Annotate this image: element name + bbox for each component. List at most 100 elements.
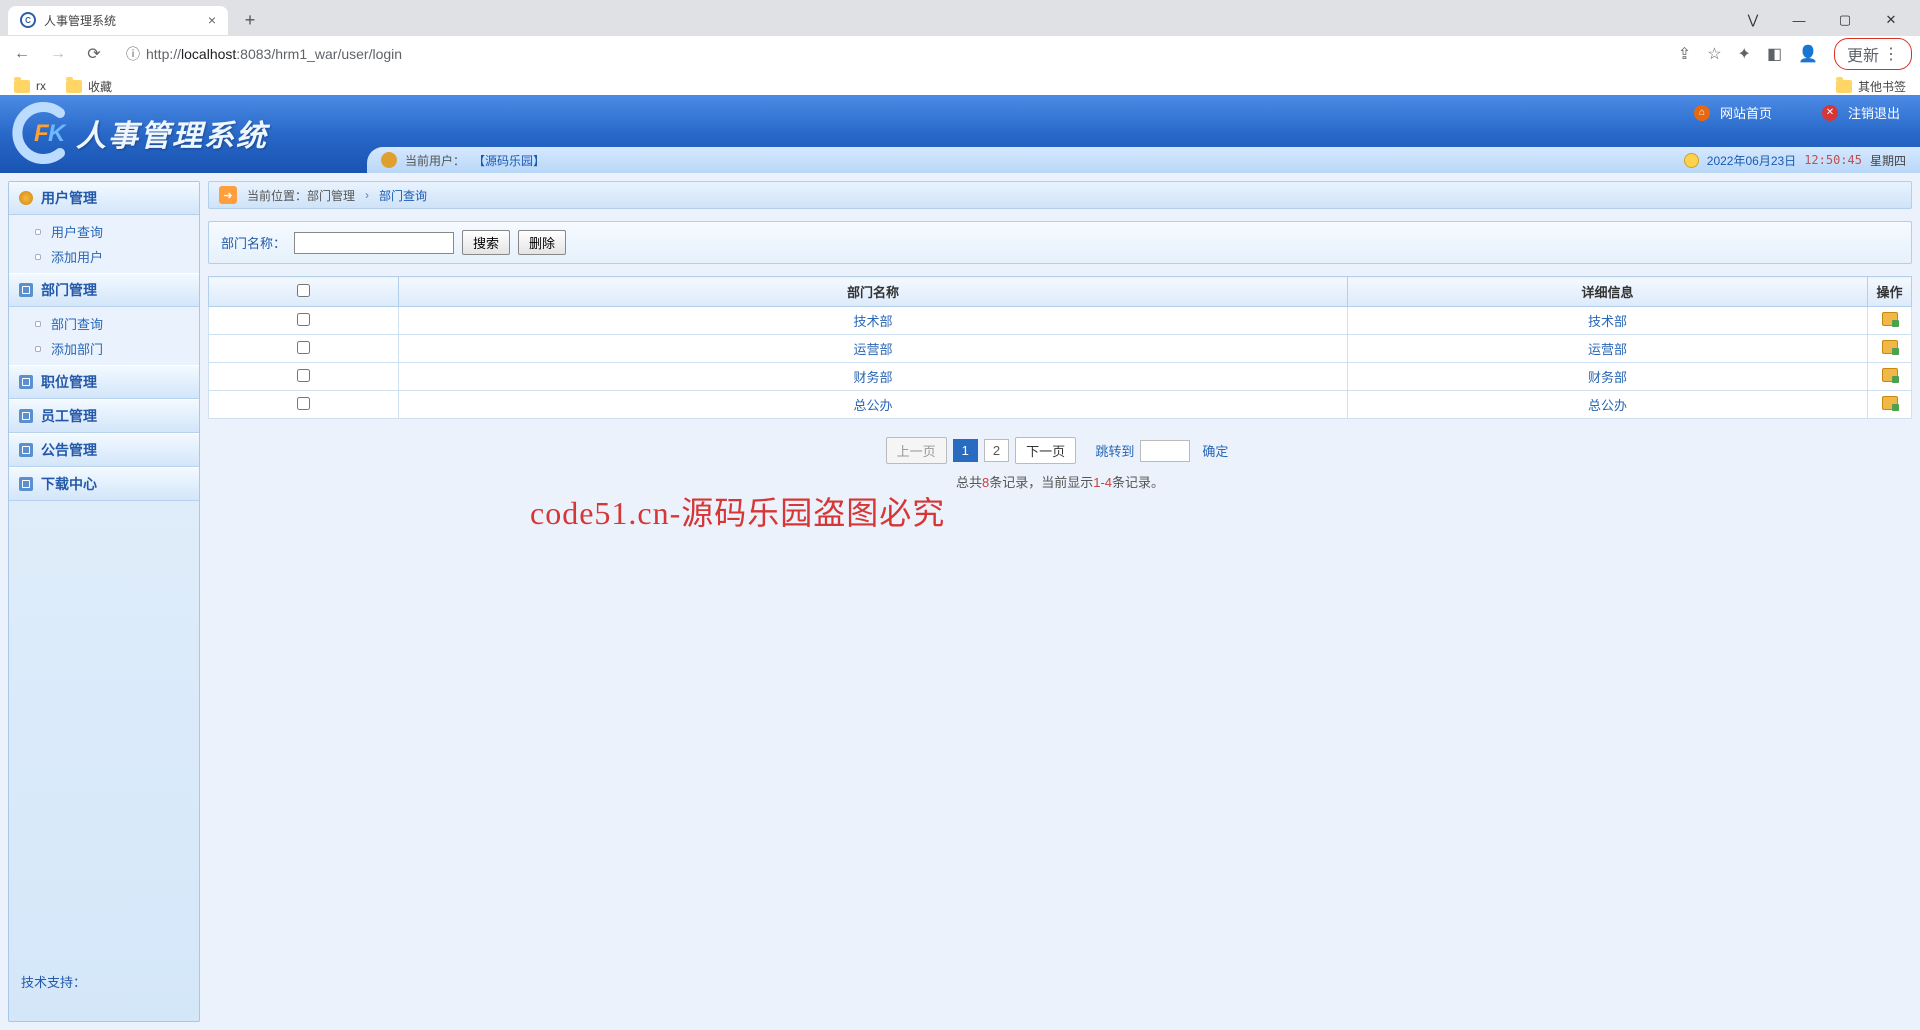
sidebar-group-notice[interactable]: 公告管理 xyxy=(9,433,199,467)
sidebar-item-user-add[interactable]: 添加用户 xyxy=(9,244,199,269)
breadcrumb: ➜ 当前位置：部门管理 › 部门查询 xyxy=(208,181,1912,209)
module-icon xyxy=(19,409,33,423)
logout-link-label: 注销退出 xyxy=(1848,103,1900,122)
new-tab-button[interactable]: + xyxy=(236,10,264,31)
app-header: FK 人事管理系统 ⌂ 网站首页 ✕ 注销退出 当前用户：【源码乐园】 2022… xyxy=(0,95,1920,173)
dept-name-link[interactable]: 运营部 xyxy=(853,342,892,357)
reload-button[interactable]: ⟳ xyxy=(80,40,108,68)
prev-page-button[interactable]: 上一页 xyxy=(886,437,947,464)
row-checkbox[interactable] xyxy=(297,397,310,410)
sidebar-item-user-query[interactable]: 用户查询 xyxy=(9,219,199,244)
goto-confirm-button[interactable]: 确定 xyxy=(1196,441,1234,460)
browser-tab[interactable]: C 人事管理系统 × xyxy=(8,6,228,35)
dept-name-link[interactable]: 技术部 xyxy=(853,314,892,329)
share-icon[interactable]: ⇪ xyxy=(1678,44,1691,64)
home-icon: ⌂ xyxy=(1694,105,1710,121)
next-page-button[interactable]: 下一页 xyxy=(1015,437,1076,464)
module-icon xyxy=(19,477,33,491)
dept-detail-link[interactable]: 财务部 xyxy=(1588,370,1627,385)
page-1-button[interactable]: 1 xyxy=(953,439,978,462)
table-row: 总公办 总公办 xyxy=(209,391,1912,419)
tab-bar: C 人事管理系统 × + ⋁ — ▢ ✕ xyxy=(0,0,1920,36)
home-link[interactable]: ⌂ 网站首页 xyxy=(1694,103,1772,122)
sidebar-item-dept-query[interactable]: 部门查询 xyxy=(9,311,199,336)
bullet-icon xyxy=(35,254,41,260)
favicon-icon: C xyxy=(20,12,36,28)
site-info-icon[interactable]: ⓘ xyxy=(126,44,140,64)
home-link-label: 网站首页 xyxy=(1720,103,1772,122)
folder-icon xyxy=(14,80,30,93)
update-button[interactable]: 更新 ⋮ xyxy=(1834,38,1912,70)
dept-name-link[interactable]: 财务部 xyxy=(853,370,892,385)
tab-close-icon[interactable]: × xyxy=(208,12,216,28)
folder-icon xyxy=(66,80,82,93)
logout-icon: ✕ xyxy=(1822,105,1838,121)
search-button[interactable]: 搜索 xyxy=(462,230,510,255)
row-checkbox[interactable] xyxy=(297,369,310,382)
profile-icon[interactable]: 👤 xyxy=(1798,44,1818,64)
pagination: 上一页 1 2 下一页 跳转到 确定 总共8条记录，当前显示1-4条记录。 xyxy=(208,437,1912,491)
sidebar-group-users[interactable]: 用户管理 xyxy=(9,182,199,215)
dept-detail-link[interactable]: 运营部 xyxy=(1588,342,1627,357)
bookmark-star-icon[interactable]: ☆ xyxy=(1707,44,1721,64)
current-time: 2022年06月23日 12:50:45 星期四 xyxy=(1684,152,1906,169)
current-user: 当前用户：【源码乐园】 xyxy=(381,152,545,169)
goto-label: 跳转到 xyxy=(1095,441,1134,460)
edit-icon[interactable] xyxy=(1882,368,1898,382)
breadcrumb-icon: ➜ xyxy=(219,186,237,204)
logout-link[interactable]: ✕ 注销退出 xyxy=(1822,103,1900,122)
main-layout: 用户管理 用户查询 添加用户 部门管理 部门查询 添加部门 职位管理 员工管理 … xyxy=(0,173,1920,1030)
page-2-button[interactable]: 2 xyxy=(984,439,1009,462)
row-checkbox[interactable] xyxy=(297,313,310,326)
tech-support-label: 技术支持： xyxy=(9,958,199,1021)
table-row: 财务部 财务部 xyxy=(209,363,1912,391)
edit-icon[interactable] xyxy=(1882,396,1898,410)
dept-name-link[interactable]: 总公办 xyxy=(853,398,892,413)
dept-name-input[interactable] xyxy=(294,232,454,254)
folder-icon xyxy=(1836,80,1852,93)
window-minimize-icon[interactable]: — xyxy=(1778,6,1820,34)
sidebar-group-dept[interactable]: 部门管理 xyxy=(9,273,199,307)
row-checkbox[interactable] xyxy=(297,341,310,354)
bookmark-item-favorites[interactable]: 收藏 xyxy=(66,78,112,95)
forward-button[interactable]: → xyxy=(44,40,72,68)
sidebar-item-dept-add[interactable]: 添加部门 xyxy=(9,336,199,361)
logo: FK 人事管理系统 xyxy=(10,101,268,165)
users-icon xyxy=(19,191,33,205)
window-maximize-icon[interactable]: ▢ xyxy=(1824,6,1866,34)
svg-text:K: K xyxy=(48,120,67,147)
col-name: 部门名称 xyxy=(399,277,1348,307)
back-button[interactable]: ← xyxy=(8,40,36,68)
window-dropdown-icon[interactable]: ⋁ xyxy=(1732,6,1774,34)
dept-detail-link[interactable]: 总公办 xyxy=(1588,398,1627,413)
url-input[interactable]: ⓘ http://localhost:8083/hrm1_war/user/lo… xyxy=(116,44,1670,64)
delete-button[interactable]: 删除 xyxy=(518,230,566,255)
edit-icon[interactable] xyxy=(1882,312,1898,326)
dept-detail-link[interactable]: 技术部 xyxy=(1588,314,1627,329)
search-panel: 部门名称： 搜索 删除 xyxy=(208,221,1912,264)
search-label: 部门名称： xyxy=(221,233,286,252)
select-all-checkbox[interactable] xyxy=(297,284,310,297)
logo-icon: FK xyxy=(10,101,74,165)
system-name: 人事管理系统 xyxy=(76,111,268,155)
col-action: 操作 xyxy=(1868,277,1912,307)
user-icon xyxy=(381,152,397,168)
sidebar-group-employee[interactable]: 员工管理 xyxy=(9,399,199,433)
side-panel-icon[interactable]: ◧ xyxy=(1767,44,1782,64)
dept-table: 部门名称 详细信息 操作 技术部 技术部运营部 运营部财务部 财务部总公办 总公办 xyxy=(208,276,1912,419)
extensions-icon[interactable]: ✦ xyxy=(1738,44,1751,64)
status-bar: 当前用户：【源码乐园】 2022年06月23日 12:50:45 星期四 xyxy=(367,147,1920,173)
edit-icon[interactable] xyxy=(1882,340,1898,354)
sidebar-group-download[interactable]: 下载中心 xyxy=(9,467,199,501)
table-row: 技术部 技术部 xyxy=(209,307,1912,335)
col-detail: 详细信息 xyxy=(1348,277,1868,307)
goto-page-input[interactable] xyxy=(1140,440,1190,462)
other-bookmarks[interactable]: 其他书签 xyxy=(1836,78,1906,95)
bullet-icon xyxy=(35,321,41,327)
table-row: 运营部 运营部 xyxy=(209,335,1912,363)
bookmark-item-rx[interactable]: rx xyxy=(14,79,46,93)
window-close-icon[interactable]: ✕ xyxy=(1870,6,1912,34)
module-icon xyxy=(19,283,33,297)
sidebar-group-position[interactable]: 职位管理 xyxy=(9,365,199,399)
url-text: http://localhost:8083/hrm1_war/user/logi… xyxy=(146,46,402,62)
